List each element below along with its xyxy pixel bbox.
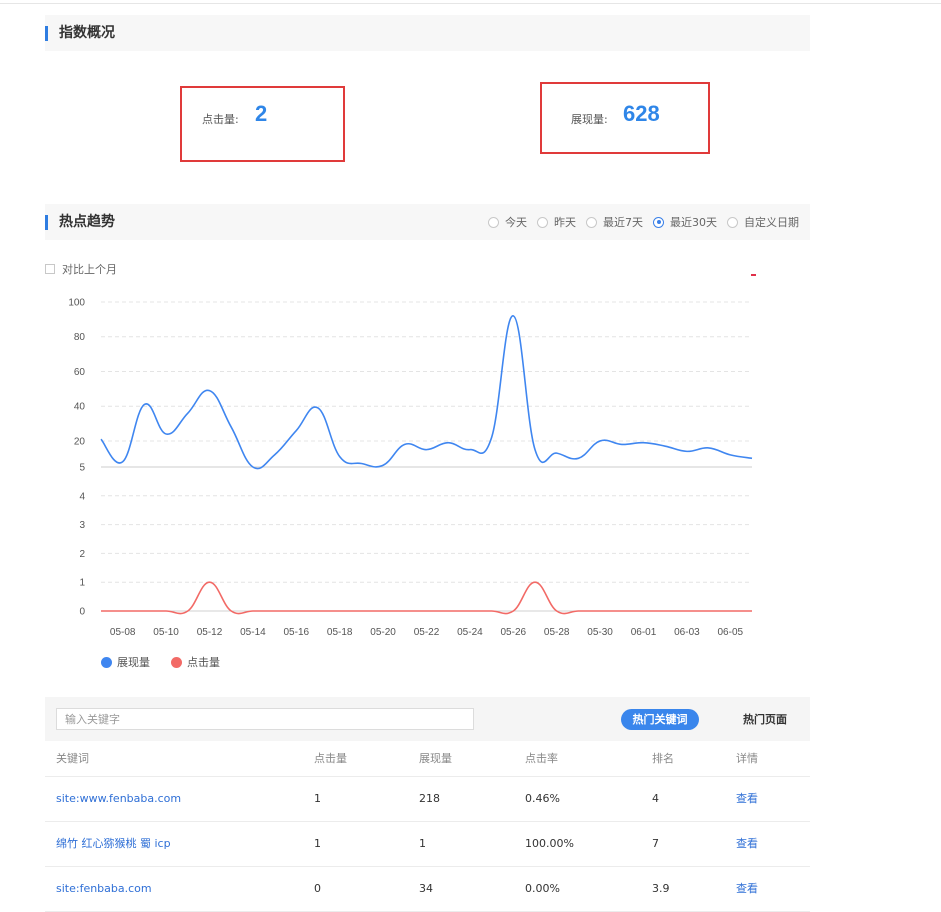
radio-icon[interactable]	[727, 216, 738, 228]
y-tick-label: 4	[79, 491, 85, 502]
x-tick-label: 05-30	[587, 627, 613, 638]
legend-dot-icon	[171, 656, 182, 668]
clicks-series-line	[101, 581, 752, 615]
y-tick-label: 20	[74, 436, 86, 447]
top-divider	[0, 3, 941, 4]
keyword-toolbar: 热门关键词 热门页面	[45, 697, 810, 741]
y-tick-label: 2	[79, 549, 85, 560]
x-tick-label: 05-14	[240, 627, 266, 638]
range-label: 今天	[505, 216, 527, 229]
y-tick-label: 100	[68, 298, 85, 309]
overview-title: 指数概况	[59, 25, 115, 41]
clicks-label: 点击量:	[202, 113, 239, 126]
compare-label: 对比上个月	[62, 263, 117, 276]
x-tick-label: 06-03	[674, 627, 700, 638]
clicks-value: 2	[255, 101, 268, 126]
y-tick-label: 3	[79, 520, 85, 531]
clicks-cell: 1	[314, 837, 321, 850]
section-accent	[45, 215, 48, 230]
view-detail-link[interactable]: 查看	[736, 822, 758, 866]
legend-item-clicks[interactable]: 点击量	[171, 654, 220, 670]
impressions-cell: 1	[419, 837, 426, 850]
clicks-cell: 0	[314, 882, 321, 895]
y-tick-label: 0	[79, 607, 85, 618]
x-tick-label: 05-22	[414, 627, 440, 638]
y-tick-label: 40	[74, 402, 86, 413]
marker-dash	[751, 274, 756, 276]
x-tick-label: 05-18	[327, 627, 353, 638]
impressions-cell: 218	[419, 792, 440, 805]
range-label: 昨天	[554, 216, 576, 229]
rank-cell: 3.9	[652, 882, 670, 895]
clicks-cell: 1	[314, 792, 321, 805]
radio-checked-icon[interactable]	[653, 216, 664, 228]
column-header: 关键词	[56, 752, 89, 765]
impressions-series-line	[100, 315, 753, 470]
range-label: 最近7天	[603, 216, 643, 229]
hot-keywords-tab[interactable]: 热门关键词	[621, 709, 699, 730]
x-tick-label: 05-16	[284, 627, 310, 638]
range-today[interactable]: 今天	[488, 214, 527, 230]
range-last-7-days[interactable]: 最近7天	[586, 214, 643, 230]
keyword-table: 关键词 点击量 展现量 点击率 排名 详情 site:www.fenbaba.c…	[45, 742, 810, 912]
impressions-cell: 34	[419, 882, 433, 895]
column-header: 排名	[652, 752, 674, 765]
date-range-selector: 今天 昨天 最近7天 最近30天 自定义日期	[478, 214, 799, 230]
ctr-cell: 100.00%	[525, 837, 574, 850]
range-label: 自定义日期	[744, 216, 799, 229]
radio-icon[interactable]	[537, 216, 548, 228]
keyword-link[interactable]: site:fenbaba.com	[56, 867, 152, 911]
view-detail-link[interactable]: 查看	[736, 867, 758, 911]
x-tick-label: 05-26	[501, 627, 527, 638]
radio-icon[interactable]	[488, 216, 499, 228]
keyword-search-input[interactable]	[56, 708, 474, 730]
x-tick-label: 06-01	[631, 627, 657, 638]
trend-title: 热点趋势	[59, 214, 115, 230]
radio-icon[interactable]	[586, 216, 597, 228]
table-row: site:www.fenbaba.com 1 218 0.46% 4 查看	[45, 777, 810, 822]
x-tick-label: 05-08	[110, 627, 136, 638]
legend-dot-icon	[101, 656, 112, 668]
overview-header: 指数概况	[45, 15, 810, 51]
column-header: 详情	[736, 752, 758, 765]
table-row: 绵竹 红心猕猴桃 蜀 icp 1 1 100.00% 7 查看	[45, 822, 810, 867]
ctr-cell: 0.46%	[525, 792, 560, 805]
legend-label: 点击量	[187, 656, 220, 669]
y-tick-label: 1	[79, 578, 85, 589]
y-tick-label: 5	[79, 463, 85, 474]
ctr-cell: 0.00%	[525, 882, 560, 895]
range-yesterday[interactable]: 昨天	[537, 214, 576, 230]
x-tick-label: 06-05	[718, 627, 744, 638]
x-tick-label: 05-10	[153, 627, 179, 638]
column-header: 点击量	[314, 752, 347, 765]
compare-last-month[interactable]: 对比上个月	[45, 261, 117, 277]
trend-chart: 5 20 40 60 80 100 0 1 2 3 4 05-08 05-10 05-12 05-14 05-…	[68, 298, 753, 638]
x-tick-label: 05-28	[544, 627, 570, 638]
range-label: 最近30天	[670, 216, 717, 229]
keyword-link[interactable]: 绵竹 红心猕猴桃 蜀 icp	[56, 822, 171, 866]
x-tick-label: 05-24	[457, 627, 483, 638]
legend-item-impressions[interactable]: 展现量	[101, 654, 150, 670]
x-tick-label: 05-12	[197, 627, 223, 638]
keyword-link[interactable]: site:www.fenbaba.com	[56, 777, 181, 821]
checkbox-icon[interactable]	[45, 264, 55, 274]
rank-cell: 7	[652, 837, 659, 850]
table-header: 关键词 点击量 展现量 点击率 排名 详情	[45, 742, 810, 777]
table-row: site:fenbaba.com 0 34 0.00% 3.9 查看	[45, 867, 810, 912]
y-tick-label: 80	[74, 332, 86, 343]
legend-label: 展现量	[117, 656, 150, 669]
column-header: 展现量	[419, 752, 452, 765]
range-custom[interactable]: 自定义日期	[727, 214, 799, 230]
x-tick-label: 05-20	[370, 627, 396, 638]
section-accent	[45, 26, 48, 41]
view-detail-link[interactable]: 查看	[736, 777, 758, 821]
hot-pages-tab[interactable]: 热门页面	[730, 709, 800, 730]
range-last-30-days[interactable]: 最近30天	[653, 214, 717, 230]
y-tick-label: 60	[74, 367, 86, 378]
impressions-value: 628	[623, 101, 660, 126]
impressions-label: 展现量:	[571, 113, 608, 126]
rank-cell: 4	[652, 792, 659, 805]
column-header: 点击率	[525, 752, 558, 765]
